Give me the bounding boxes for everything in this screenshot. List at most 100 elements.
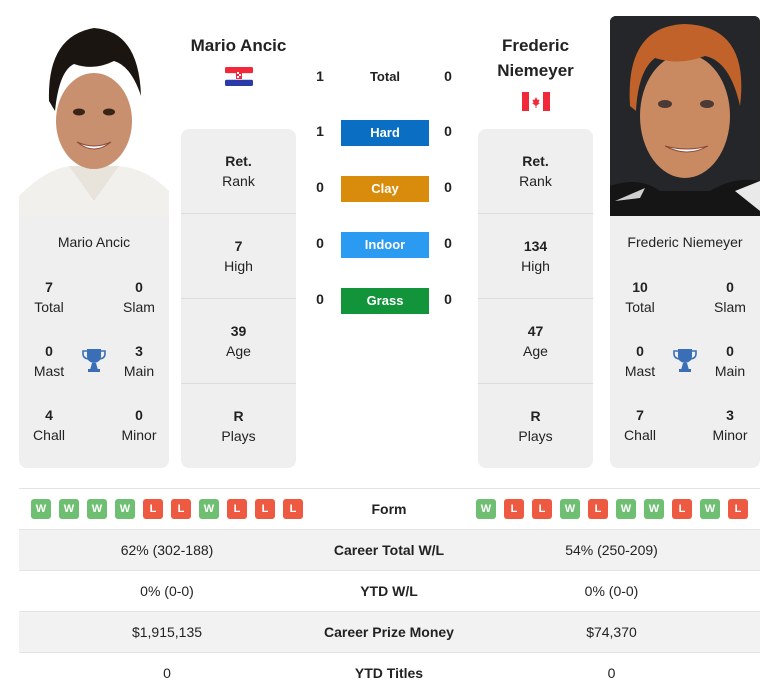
player-portrait-image: [19, 16, 169, 216]
info-high-label: High: [224, 258, 253, 274]
player-card-name: Mario Ancic: [57, 234, 131, 250]
titles-mast: 0 Mast: [610, 341, 670, 381]
prize-money-right: $74,370: [586, 624, 637, 640]
h2h-left-count: 1: [316, 68, 324, 84]
titles-total-value: 7: [45, 279, 53, 295]
player-name-right[interactable]: Frederic Niemeyer: [468, 33, 603, 83]
player-info-column-left: Ret. Rank 7 High 39 Age R Plays: [181, 129, 296, 468]
form-win-badge[interactable]: W: [644, 499, 664, 519]
titles-main: 3 Main: [109, 341, 169, 381]
titles-mast-label: Mast: [33, 363, 65, 379]
form-loss-badge[interactable]: L: [504, 499, 524, 519]
titles-total-label: Total: [625, 299, 655, 315]
trophy-icon: [673, 349, 697, 372]
titles-slam-label: Slam: [123, 299, 155, 315]
player-name-right-line2: Niemeyer: [497, 61, 574, 80]
h2h-right-count: 0: [444, 291, 452, 307]
titles-total: 10 Total: [610, 277, 670, 317]
form-loss-badge[interactable]: L: [227, 499, 247, 519]
form-badges-left: WWWWLLWLLL: [31, 489, 303, 529]
ytd-wl-label: YTD W/L: [360, 583, 418, 599]
table-row-prize-money: $1,915,135 Career Prize Money $74,370: [19, 611, 760, 652]
info-rank-value: Ret.: [225, 153, 252, 169]
titles-slam-value: 0: [135, 279, 143, 295]
info-rank: Ret. Rank: [181, 129, 296, 214]
ytd-wl-left: 0% (0-0): [140, 583, 194, 599]
info-age-label: Age: [226, 343, 251, 359]
info-rank-value: Ret.: [522, 153, 549, 169]
h2h-row-hard[interactable]: 1 Hard 0: [300, 120, 480, 146]
titles-total-label: Total: [34, 299, 64, 315]
h2h-row-total: 1 Total 0: [300, 63, 480, 89]
titles-chall-label: Chall: [33, 427, 65, 443]
form-win-badge[interactable]: W: [59, 499, 79, 519]
form-loss-badge[interactable]: L: [672, 499, 692, 519]
titles-total-value: 10: [632, 279, 648, 295]
info-plays-label: Plays: [221, 428, 256, 444]
titles-main-value: 0: [726, 343, 734, 359]
titles-main-label: Main: [714, 363, 746, 379]
titles-slam-value: 0: [726, 279, 734, 295]
form-loss-badge[interactable]: L: [283, 499, 303, 519]
surface-clay-button[interactable]: Clay: [341, 176, 429, 202]
surface-total-label: Total: [369, 69, 401, 84]
form-win-badge[interactable]: W: [87, 499, 107, 519]
surface-indoor-button[interactable]: Indoor: [341, 232, 429, 258]
titles-chall-value: 4: [45, 407, 53, 423]
ytd-titles-right: 0: [607, 665, 616, 681]
form-win-badge[interactable]: W: [115, 499, 135, 519]
form-win-badge[interactable]: W: [31, 499, 51, 519]
titles-minor-label: Minor: [712, 427, 748, 443]
titles-chall-label: Chall: [624, 427, 656, 443]
ytd-titles-left: 0: [163, 665, 171, 681]
form-win-badge[interactable]: W: [700, 499, 720, 519]
titles-minor: 3 Minor: [700, 405, 760, 445]
info-plays-value: R: [233, 408, 244, 424]
titles-slam-label: Slam: [714, 299, 746, 315]
info-high-value: 134: [523, 238, 548, 254]
career-wl-right: 54% (250-209): [565, 542, 658, 558]
prize-money-label: Career Prize Money: [324, 624, 454, 640]
form-loss-badge[interactable]: L: [532, 499, 552, 519]
titles-minor-label: Minor: [121, 427, 157, 443]
form-win-badge[interactable]: W: [199, 499, 219, 519]
form-loss-badge[interactable]: L: [588, 499, 608, 519]
form-win-badge[interactable]: W: [476, 499, 496, 519]
ytd-titles-label: YTD Titles: [354, 665, 424, 681]
form-loss-badge[interactable]: L: [171, 499, 191, 519]
h2h-right-count: 0: [444, 68, 452, 84]
h2h-left-count: 0: [316, 291, 324, 307]
form-loss-badge[interactable]: L: [143, 499, 163, 519]
titles-total: 7 Total: [19, 277, 79, 317]
player-photo-frederic-niemeyer: [610, 16, 760, 216]
info-high-value: 7: [234, 238, 243, 254]
player-titles-card-left: Mario Ancic 7 Total 0 Slam 0 Mast 3 Main…: [19, 216, 169, 468]
titles-chall-value: 7: [636, 407, 644, 423]
player-portrait-image: [610, 16, 760, 216]
form-win-badge[interactable]: W: [560, 499, 580, 519]
player-name-left[interactable]: Mario Ancic: [170, 33, 307, 58]
h2h-row-clay[interactable]: 0 Clay 0: [300, 176, 480, 202]
h2h-row-indoor[interactable]: 0 Indoor 0: [300, 232, 480, 258]
player-titles-card-right: Frederic Niemeyer 10 Total 0 Slam 0 Mast…: [610, 216, 760, 468]
prize-money-left: $1,915,135: [131, 624, 203, 640]
surface-grass-button[interactable]: Grass: [341, 288, 429, 314]
surface-hard-button[interactable]: Hard: [341, 120, 429, 146]
info-high: 7 High: [181, 214, 296, 299]
info-high: 134 High: [478, 214, 593, 299]
h2h-left-count: 1: [316, 123, 324, 139]
h2h-row-grass[interactable]: 0 Grass 0: [300, 288, 480, 314]
form-win-badge[interactable]: W: [616, 499, 636, 519]
form-loss-badge[interactable]: L: [255, 499, 275, 519]
h2h-right-count: 0: [444, 123, 452, 139]
player-info-column-right: Ret. Rank 134 High 47 Age R Plays: [478, 129, 593, 468]
titles-chall: 7 Chall: [610, 405, 670, 445]
form-loss-badge[interactable]: L: [728, 499, 748, 519]
info-plays: R Plays: [181, 384, 296, 468]
player-photo-mario-ancic: [19, 16, 169, 216]
info-age: 47 Age: [478, 299, 593, 384]
h2h-left-count: 0: [316, 235, 324, 251]
titles-minor: 0 Minor: [109, 405, 169, 445]
h2h-left-count: 0: [316, 179, 324, 195]
info-age-label: Age: [523, 343, 548, 359]
